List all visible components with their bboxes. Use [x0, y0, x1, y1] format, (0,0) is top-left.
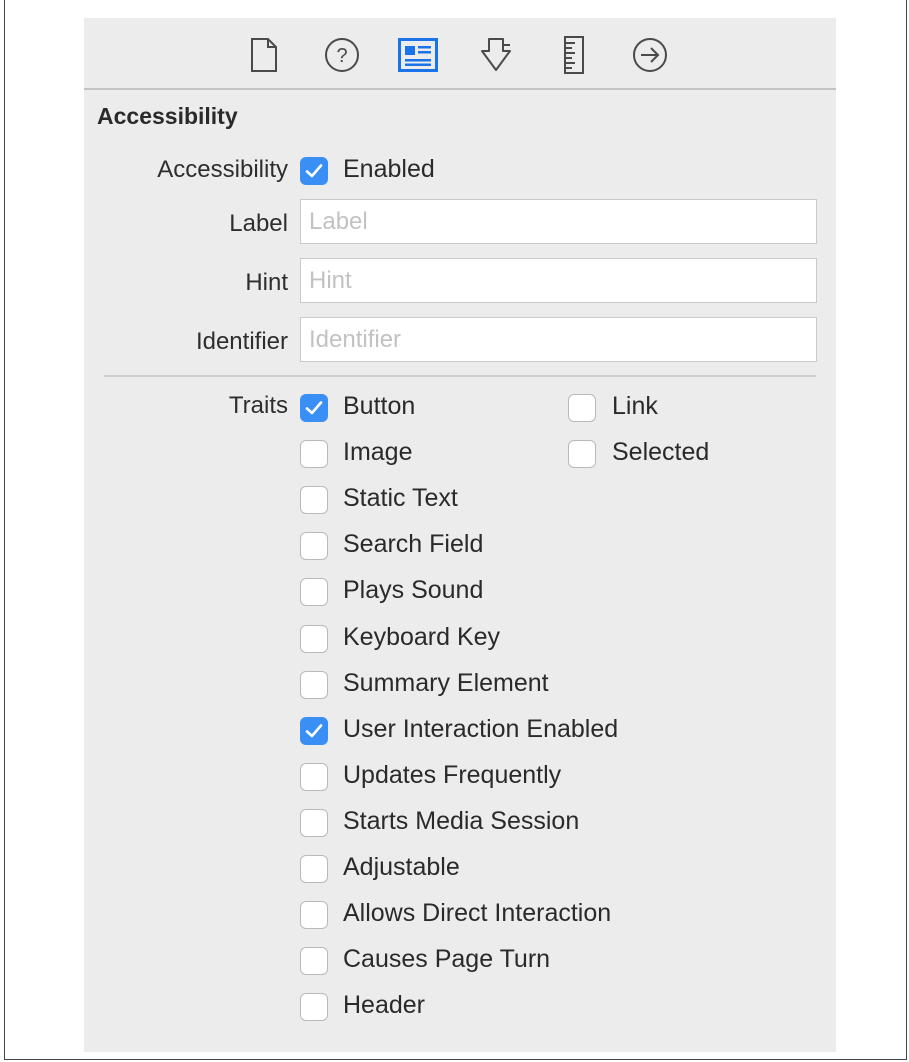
trait-starts-media-session-label: Starts Media Session — [343, 807, 580, 835]
trait-allows-direct-interaction-label: Allows Direct Interaction — [343, 899, 612, 927]
section-title: Accessibility — [97, 103, 238, 129]
label-field-label: Label — [229, 210, 288, 237]
trait-link-label: Link — [612, 392, 658, 420]
attributes-inspector-icon[interactable] — [476, 35, 516, 75]
trait-starts-media-session-checkbox[interactable] — [300, 809, 328, 837]
trait-selected-label: Selected — [612, 438, 710, 466]
trait-adjustable-label: Adjustable — [343, 853, 460, 881]
trait-plays-sound-label: Plays Sound — [343, 576, 484, 604]
trait-keyboard-key-checkbox[interactable] — [300, 625, 328, 653]
trait-static-text-label: Static Text — [343, 484, 458, 512]
size-inspector-icon[interactable] — [554, 35, 594, 75]
identity-inspector-icon[interactable] — [398, 35, 438, 75]
label-input[interactable] — [300, 199, 817, 244]
trait-updates-frequently-label: Updates Frequently — [343, 761, 562, 789]
trait-summary-element-checkbox[interactable] — [300, 671, 328, 699]
trait-image-checkbox[interactable] — [300, 440, 328, 468]
accessibility-label: Accessibility — [157, 156, 288, 183]
trait-user-interaction-enabled-checkbox[interactable] — [300, 717, 328, 745]
trait-search-field-label: Search Field — [343, 530, 484, 558]
trait-button-checkbox[interactable] — [300, 394, 328, 422]
trait-allows-direct-interaction-checkbox[interactable] — [300, 901, 328, 929]
trait-button-label: Button — [343, 392, 416, 420]
quick-help-icon[interactable]: ? — [322, 35, 362, 75]
trait-selected-checkbox[interactable] — [568, 440, 596, 468]
trait-user-interaction-enabled-label: User Interaction Enabled — [343, 715, 619, 743]
trait-static-text-checkbox[interactable] — [300, 486, 328, 514]
hint-input[interactable] — [300, 258, 817, 303]
inspector-panel: ? Accessibility Accessibility Enabled La… — [84, 18, 836, 1052]
trait-plays-sound-checkbox[interactable] — [300, 578, 328, 606]
trait-header-checkbox[interactable] — [300, 993, 328, 1021]
checkmark-icon — [305, 401, 323, 415]
file-icon[interactable] — [244, 35, 284, 75]
svg-text:?: ? — [336, 45, 347, 67]
checkmark-icon — [305, 724, 323, 738]
accessibility-enabled-checkbox[interactable] — [300, 157, 328, 185]
identifier-input[interactable] — [300, 317, 817, 362]
trait-causes-page-turn-checkbox[interactable] — [300, 947, 328, 975]
trait-header-label: Header — [343, 991, 425, 1019]
trait-adjustable-checkbox[interactable] — [300, 855, 328, 883]
trait-causes-page-turn-label: Causes Page Turn — [343, 945, 551, 973]
identifier-field-label: Identifier — [195, 328, 288, 355]
trait-search-field-checkbox[interactable] — [300, 532, 328, 560]
accessibility-enabled-label: Enabled — [343, 155, 435, 183]
checkmark-icon — [305, 164, 323, 178]
divider — [104, 375, 816, 377]
inspector-toolbar: ? — [84, 18, 836, 90]
trait-image-label: Image — [343, 438, 413, 466]
traits-label: Traits — [228, 392, 288, 419]
trait-updates-frequently-checkbox[interactable] — [300, 763, 328, 791]
trait-link-checkbox[interactable] — [568, 394, 596, 422]
connections-inspector-icon[interactable] — [630, 35, 670, 75]
hint-field-label: Hint — [245, 269, 288, 296]
trait-keyboard-key-label: Keyboard Key — [343, 623, 501, 651]
trait-summary-element-label: Summary Element — [343, 669, 549, 697]
